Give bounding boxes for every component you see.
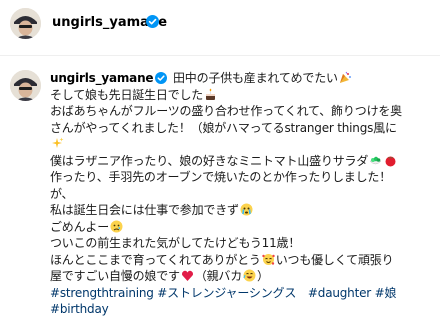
avatar[interactable] (10, 70, 41, 101)
sad-face-icon (110, 220, 123, 232)
caption-line: さんがやってくれました！（娘がハマってるstranger things風に (50, 120, 397, 135)
avatar[interactable] (10, 8, 41, 39)
caption-text: 田中の子供も産まれてめでたい (169, 71, 338, 85)
hashtags[interactable]: #strengthtraining #ストレンジャーシングス #daughter… (50, 285, 434, 302)
caption-text: ） (257, 269, 269, 283)
caption-line: が、 (50, 186, 74, 201)
caption-text: （親バカ (194, 269, 243, 283)
tomato-icon (385, 156, 396, 166)
salad-icon (369, 156, 382, 164)
caption-line: そして娘も先日誕生日でした (50, 87, 434, 104)
verified-badge-icon (155, 72, 168, 84)
caption-body: ungirls_yamane 田中の子供も産まれてめでたい そして娘も先日誕生日… (50, 70, 434, 318)
caption-text: いつも優しくて頑張り (275, 252, 394, 267)
caption-text: 僕はラザニア作ったり、娘の好きなミニトマト山盛りサラダ (50, 153, 369, 168)
birthday-cake-icon (206, 88, 216, 100)
caption-text: 私は誕生日会には仕事で参加できず (50, 203, 239, 217)
caption-line: 僕はラザニア作ったり、娘の好きなミニトマト山盛りサラダ (50, 153, 434, 170)
crying-face-icon (240, 203, 253, 216)
smiling-hearts-icon (262, 253, 275, 265)
caption-line: 屋ですごい自慢の娘です （親バカ ） (50, 268, 434, 285)
caption-line: ごめんよー (50, 219, 434, 236)
caption-line: ついこの前生まれた気がしてたけどもう11歳！ (50, 236, 301, 250)
caption-line: 私は誕生日会には仕事で参加できず (50, 202, 434, 219)
caption-line: ほんとここまで育ってくれてありがとう いつも優しくて頑張り (50, 252, 434, 269)
hashtags[interactable]: #birthday (50, 301, 434, 318)
caption-line: おばあちゃんがフルーツの盛り合わせ作ってくれて、飾りつけを奥 (50, 104, 402, 118)
red-heart-icon (181, 270, 193, 281)
caption-text: ほんとここまで育ってくれてありがとう (50, 252, 261, 267)
party-popper-icon (339, 71, 351, 83)
caption-text: ごめんよー (50, 219, 110, 234)
caption-text: そして娘も先日誕生日でした (50, 87, 204, 102)
caption-username[interactable]: ungirls_yamane (50, 71, 154, 85)
grinning-face-icon (243, 269, 256, 282)
sparkles-icon (52, 137, 64, 148)
caption-line: 作ったり、手羽先のオーブンで焼いたのとか作ったりしました！ (50, 170, 392, 184)
caption-line (50, 136, 434, 153)
post-header: ungirls_yamane (0, 0, 440, 56)
caption-line: ungirls_yamane 田中の子供も産まれてめでたい (50, 70, 434, 87)
caption-text: 屋ですごい自慢の娘です (50, 269, 180, 283)
verified-badge-icon (146, 15, 159, 28)
